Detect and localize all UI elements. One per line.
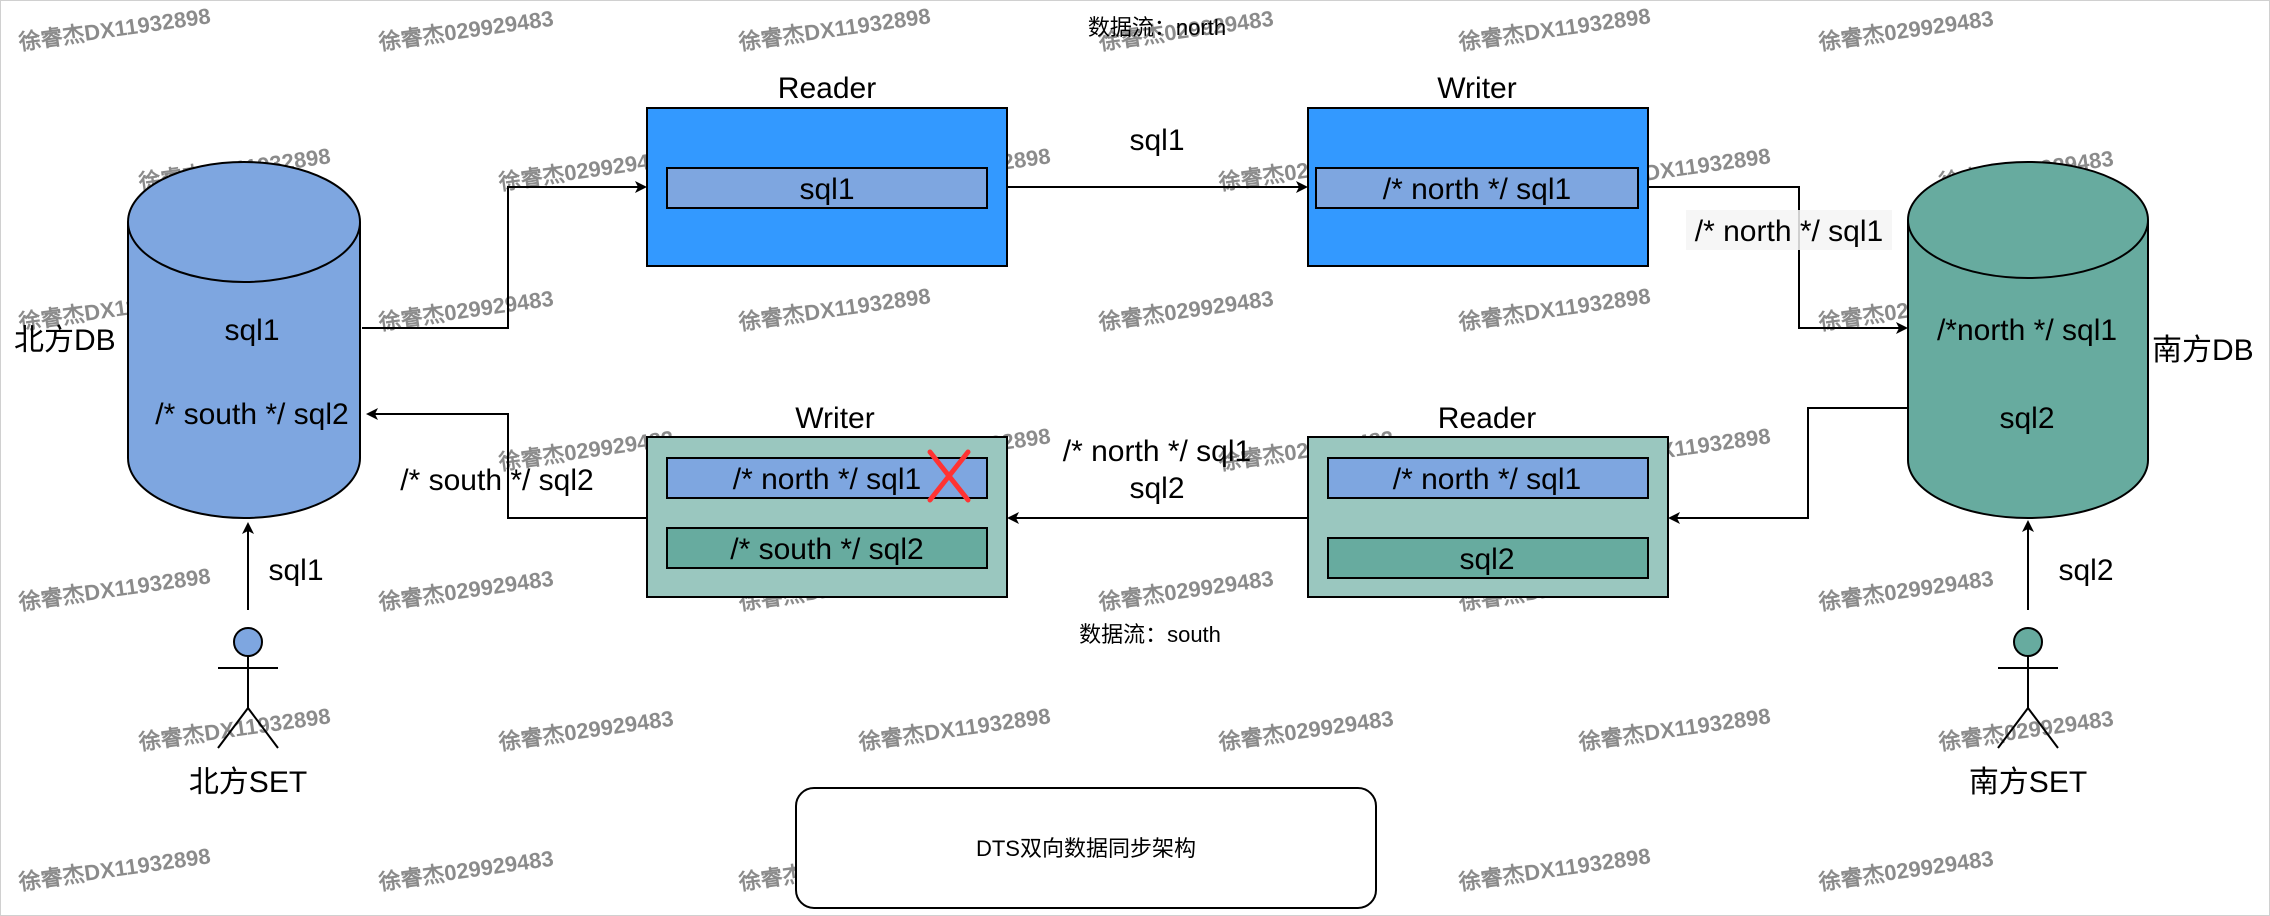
north-flow-label: 数据流：north [1088,15,1226,40]
south-user-head [2013,627,2043,657]
south-user-label: 南方SET [1969,766,2087,799]
north-db-row1: sql1 [224,314,279,347]
north-user-head [233,627,263,657]
north-user-label: 北方SET [189,766,307,799]
edge-label-north-user-to-db: sql1 [268,554,323,587]
dts-diagram: 徐睿杰DX11932898 徐睿杰029929483 徐睿杰DX11932898 徐睿… [0,0,2270,916]
north-db-top [127,161,361,283]
south-writer-item1: /* north */ sql1 [733,463,921,496]
caption-box: DTS双向数据同步架构 [795,787,1377,909]
south-reader-title: Reader [1438,402,1536,435]
south-reader-item2: sql2 [1459,543,1514,576]
edge-label-south-reader-to-writer-2: sql2 [1129,472,1184,505]
north-reader-box[interactable]: sql1 [646,107,1008,267]
edge-label-south-writer-to-north-db: /* south */ sql2 [400,464,593,497]
edge-label-north-writer-to-south-db: /* north */ sql1 [1695,215,1883,248]
edge-label-north-reader-to-writer: sql1 [1129,124,1184,157]
north-db[interactable]: sql1 /* south */ sql2 [127,161,361,519]
caption-text: DTS双向数据同步架构 [976,836,1196,861]
north-reader-title: Reader [778,72,876,105]
south-reader-box[interactable]: /* north */ sql1 sql2 [1307,436,1669,598]
south-db-top [1907,161,2149,279]
north-writer-title: Writer [1437,72,1516,105]
south-flow-label: 数据流：south [1079,622,1221,647]
north-writer-box[interactable]: /* north */ sql1 [1307,107,1649,267]
south-db-row1: /*north */ sql1 [1937,314,2117,347]
north-reader-item: sql1 [799,173,854,206]
south-db-row2: sql2 [1999,402,2054,435]
north-db-label: 北方DB [14,324,116,357]
south-db-label: 南方DB [2152,334,2254,367]
north-db-row2: /* south */ sql2 [155,398,348,431]
south-writer-title: Writer [795,402,874,435]
south-writer-item2: /* south */ sql2 [730,533,923,566]
edge-label-south-reader-to-writer-1: /* north */ sql1 [1063,435,1251,468]
north-writer-item: /* north */ sql1 [1383,173,1571,206]
south-reader-item1: /* north */ sql1 [1393,463,1581,496]
south-db[interactable]: /*north */ sql1 sql2 [1907,161,2149,519]
edge-label-south-user-to-db: sql2 [2058,554,2113,587]
south-writer-box[interactable]: /* north */ sql1 /* south */ sql2 [646,436,1008,598]
